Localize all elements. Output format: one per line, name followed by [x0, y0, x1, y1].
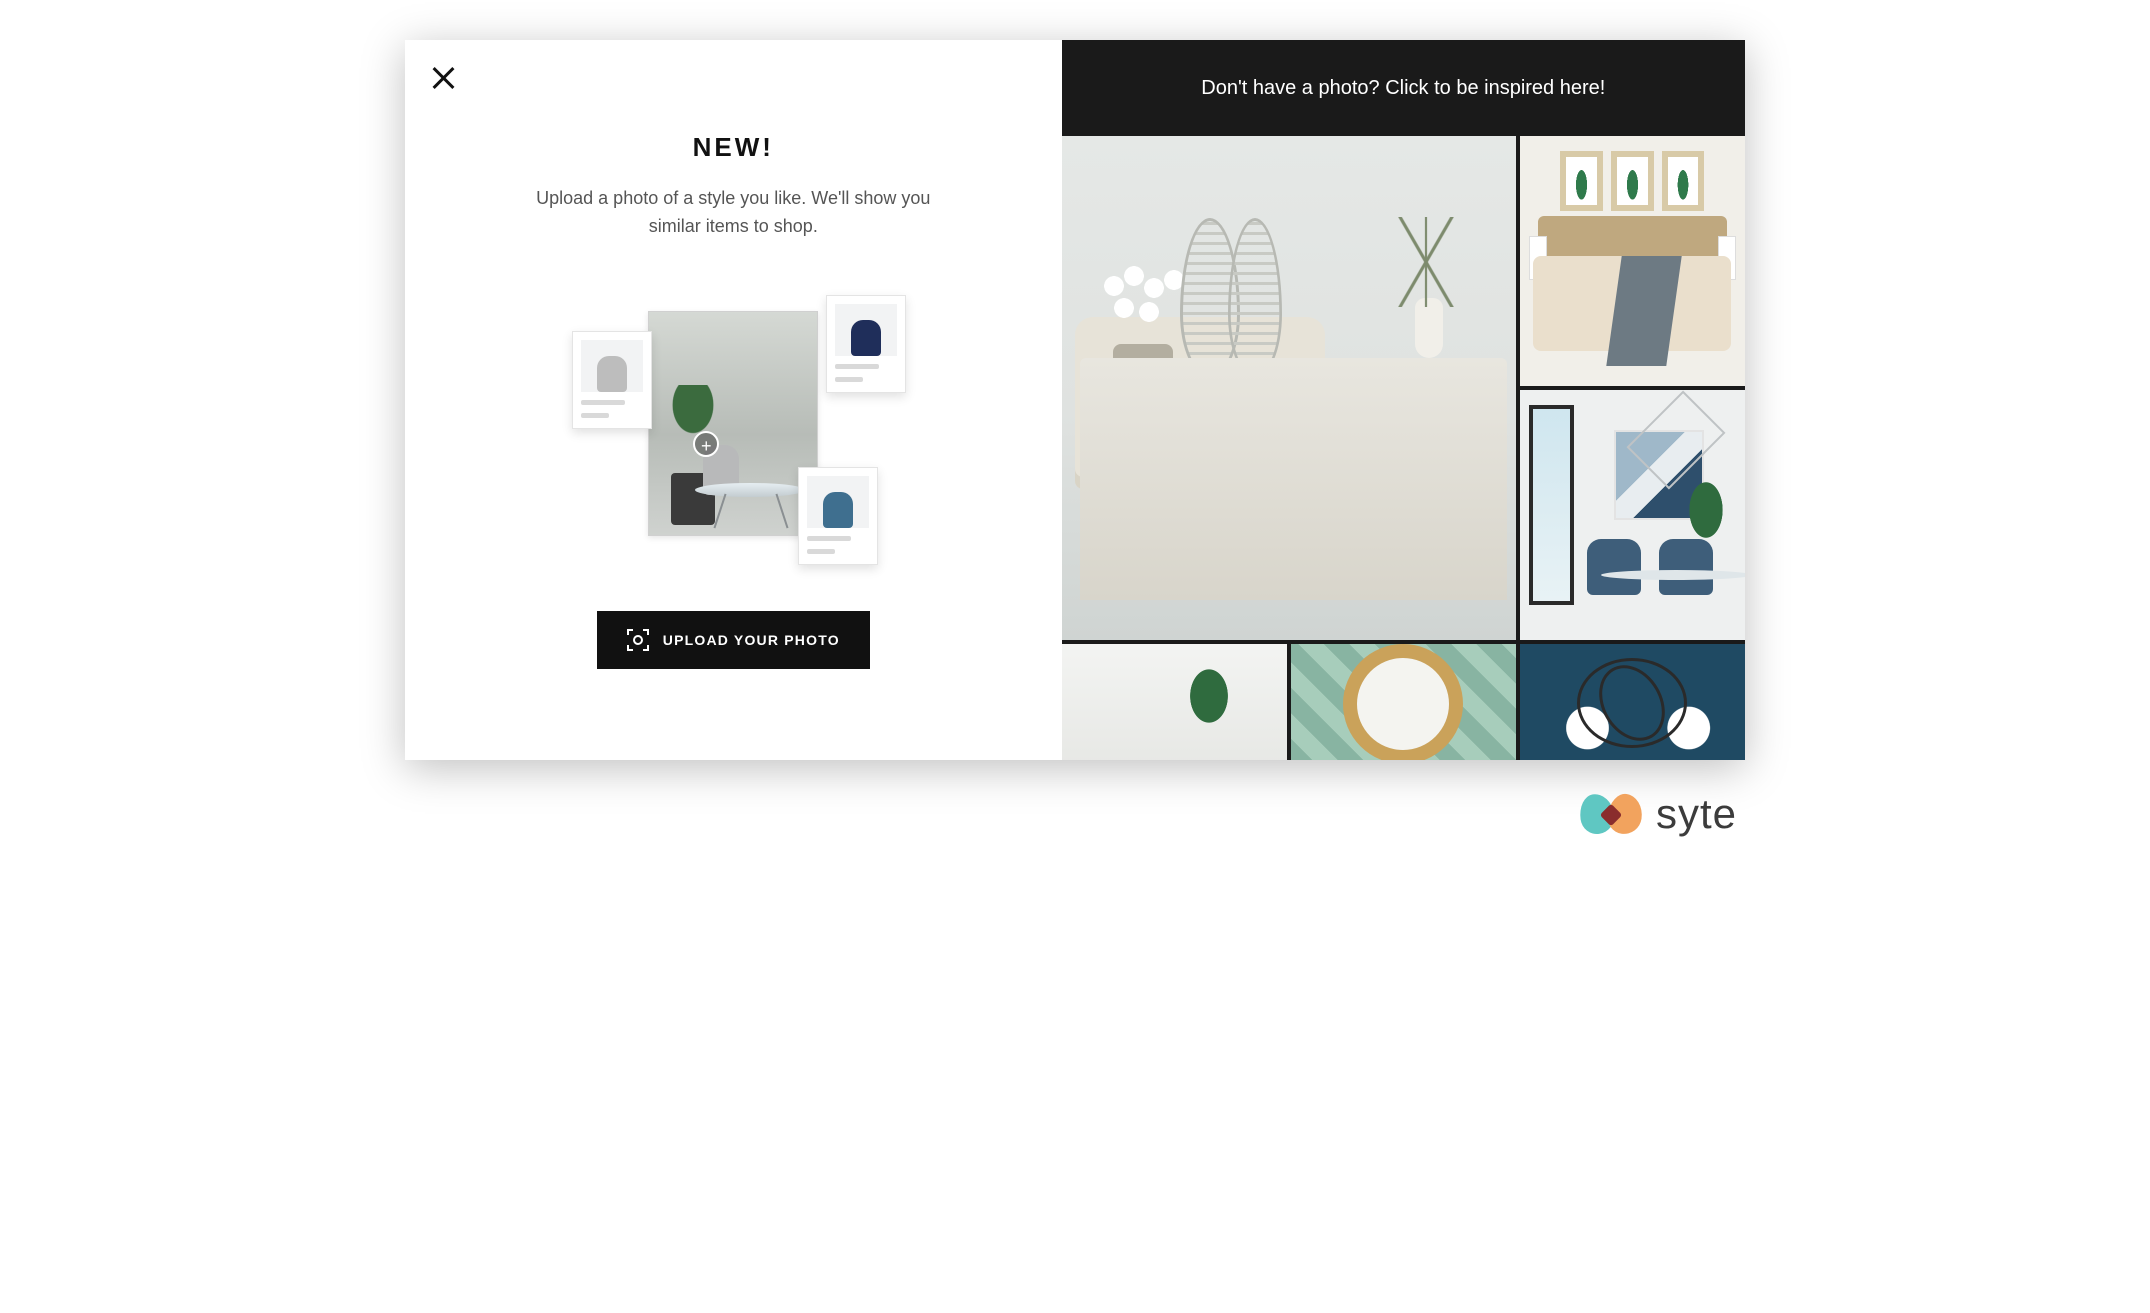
example-room-image	[648, 311, 818, 536]
brand-name: syte	[1656, 790, 1737, 838]
chandelier-icon	[1577, 658, 1687, 748]
inspiration-tile-dining[interactable]	[1520, 390, 1745, 640]
upload-pane: NEW! Upload a photo of a style you like.…	[405, 40, 1062, 760]
similar-product-card	[798, 467, 878, 565]
inspiration-pane: Don't have a photo? Click to be inspired…	[1062, 40, 1745, 760]
headline: NEW!	[693, 132, 774, 163]
inspiration-tile-bedroom[interactable]	[1520, 136, 1745, 386]
inspiration-tile-bottom-2[interactable]	[1291, 644, 1516, 760]
camera-scan-icon	[627, 629, 649, 651]
similar-product-card	[826, 295, 906, 393]
example-illustration: +	[578, 291, 888, 561]
visual-search-modal: NEW! Upload a photo of a style you like.…	[405, 40, 1745, 760]
inspiration-tile-bottom-3[interactable]	[1520, 644, 1745, 760]
close-icon[interactable]	[429, 64, 457, 92]
similar-product-card	[572, 331, 652, 429]
inspiration-gallery	[1062, 136, 1745, 760]
subtext: Upload a photo of a style you like. We'l…	[523, 185, 943, 241]
inspiration-tile-bottom-1[interactable]	[1062, 644, 1287, 760]
brand-footer: syte	[405, 790, 1745, 838]
sunburst-mirror-icon	[1357, 658, 1449, 750]
inspiration-bar-text: Don't have a photo? Click to be inspired…	[1201, 77, 1605, 100]
upload-button-label: UPLOAD YOUR PHOTO	[663, 632, 840, 648]
syte-logo-icon	[1580, 793, 1642, 835]
upload-photo-button[interactable]: UPLOAD YOUR PHOTO	[597, 611, 870, 669]
inspiration-tile-living-room[interactable]	[1062, 136, 1516, 640]
inspiration-bar[interactable]: Don't have a photo? Click to be inspired…	[1062, 40, 1745, 136]
hotspot-plus-icon: +	[693, 431, 719, 457]
